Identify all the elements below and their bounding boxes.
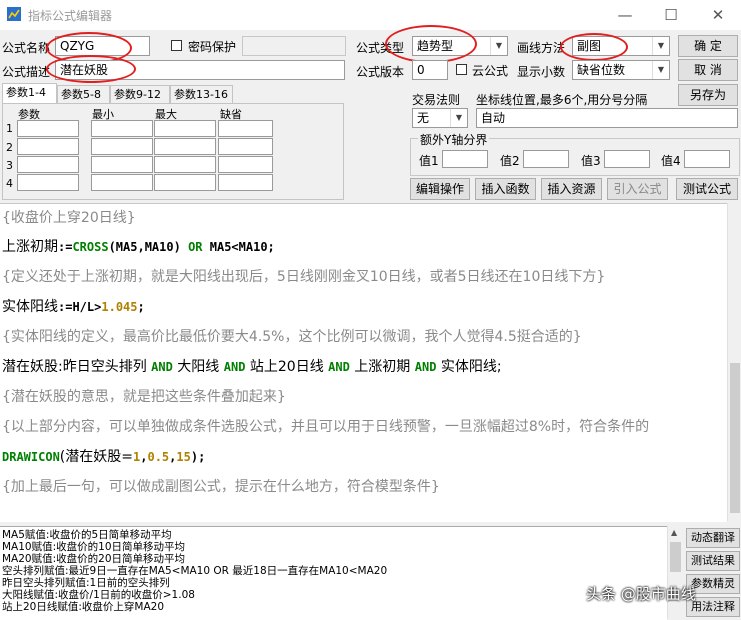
output-scrollbar-thumb[interactable] [670,542,681,572]
code-comment: {实体阳线的定义，最高价比最低价要大4.5%，这个比例可以微调，我个人觉得4.5… [2,329,582,345]
yaxis-label-2: 值2 [500,154,520,168]
cloud-formula-label: 云公式 [472,64,509,78]
param-min-input[interactable] [91,138,153,155]
decimals-label: 显示小数 [517,65,566,79]
param-min-input[interactable] [91,156,153,173]
code-comment: {潜在妖股的意思，就是把这些条件叠加起来} [2,389,286,405]
param-default-input[interactable] [218,174,273,191]
insert-function-button[interactable]: 插入函数 [475,178,536,200]
password-checkbox[interactable] [171,40,182,51]
yaxis-value-2[interactable] [523,150,569,168]
chevron-down-icon: ▼ [450,109,467,127]
param-min-input[interactable] [91,120,153,137]
red-annotation-circle [385,25,477,63]
red-annotation-circle [46,55,136,83]
code-comment: {定义还处于上涨初期，就是大阳线出现后，5日线刚刚金叉10日线，或者5日线还在1… [2,269,606,285]
code-line: DRAWICON(潜在妖股=1,0.5,15); [2,449,206,465]
dynamic-translate-button[interactable]: 动态翻译 [686,528,740,548]
code-line: 潜在妖股:昨日空头排列 AND 大阳线 AND 站上20日线 AND 上涨初期 … [2,359,502,375]
minimize-button[interactable]: — [602,0,648,30]
scroll-up-icon[interactable]: ▲ [671,528,677,537]
chevron-down-icon: ▼ [652,61,669,79]
trade-rule-select[interactable]: 无 ▼ [412,108,468,128]
ok-button[interactable]: 确 定 [678,35,738,57]
param-default-input[interactable] [218,120,273,137]
edit-operation-button[interactable]: 编辑操作 [410,178,470,200]
code-comment: {加上最后一句，可以做成副图公式，提示在什么地方，符合模型条件} [2,479,440,495]
cloud-checkbox[interactable] [456,64,467,75]
param-max-input[interactable] [154,138,216,155]
editor-scrollbar-thumb[interactable] [730,363,740,513]
output-line: 昨日空头排列赋值:1日前的空头排列 [2,577,170,589]
code-comment: {收盘价上穿20日线} [2,210,136,226]
watermark: 头条 @股市曲线 [586,585,696,603]
param-row-number: 4 [6,177,13,190]
draw-method-label: 画线方法 [517,41,566,55]
tab-params-13-16[interactable]: 参数13-16 [170,85,233,103]
decimals-value: 缺省位数 [577,63,626,77]
yaxis-label-1: 值1 [419,154,439,168]
import-formula-button[interactable]: 引入公式 [607,178,668,200]
red-annotation-circle [560,33,628,61]
param-default-input[interactable] [218,156,273,173]
output-scrollbar[interactable]: ▲ [667,526,683,619]
tab-params-1-4[interactable]: 参数1-4 [2,83,57,104]
param-max-input[interactable] [154,174,216,191]
code-line: 实体阳线:=H/L>1.045; [2,299,145,315]
formula-version-label: 公式版本 [356,65,405,79]
output-line: MA10赋值:收盘价的10日简单移动平均 [2,541,186,553]
tab-params-5-8[interactable]: 参数5-8 [57,85,110,103]
yaxis-legend: 额外Y轴分界 [418,131,490,148]
yaxis-value-1[interactable] [442,150,488,168]
output-line: MA20赋值:收盘价的20日简单移动平均 [2,553,186,565]
code-comment: {以上部分内容，可以单独做成条件选股公式，并且可以用于日线预警，一旦涨幅超过8%… [2,419,650,435]
yaxis-label-4: 值4 [661,154,681,168]
yaxis-value-4[interactable] [684,150,730,168]
coord-line-input[interactable]: 自动 [476,108,738,128]
param-default-input[interactable] [218,138,273,155]
maximize-button[interactable]: ☐ [648,0,694,30]
param-row-number: 2 [6,141,13,154]
coord-line-label: 坐标线位置,最多6个,用分号分隔 [476,93,648,107]
test-formula-button[interactable]: 测试公式 [676,178,738,200]
decimals-select[interactable]: 缺省位数 ▼ [572,60,670,80]
param-name-input[interactable] [17,156,79,173]
output-line: 站上20日线赋值:收盘价上穿MA20 [2,601,165,613]
formula-name-label: 公式名称 [2,41,51,55]
formula-version-input[interactable]: 0 [412,60,448,80]
cancel-button[interactable]: 取 消 [678,59,738,81]
formula-desc-label: 公式描述 [2,65,51,79]
insert-resource-button[interactable]: 插入资源 [541,178,602,200]
password-input [242,36,346,56]
translation-output: MA5赋值:收盘价的5日简单移动平均 MA10赋值:收盘价的10日简单移动平均 … [0,526,667,620]
chevron-down-icon: ▼ [490,37,507,55]
trade-rule-label: 交易法则 [412,93,461,107]
app-icon [7,7,21,21]
yaxis-label-3: 值3 [581,154,601,168]
code-line: 上涨初期:=CROSS(MA5,MA10) OR MA5<MA10; [2,239,275,255]
chevron-down-icon: ▼ [652,37,669,55]
param-min-input[interactable] [91,174,153,191]
param-max-input[interactable] [154,120,216,137]
param-name-input[interactable] [17,138,79,155]
tab-params-9-12[interactable]: 参数9-12 [110,85,170,103]
output-line: 空头排列赋值:最近9日一直存在MA5<MA10 OR 最近18日一直存在MA10… [2,565,388,577]
test-result-button[interactable]: 测试结果 [686,551,740,571]
yaxis-value-3[interactable] [604,150,650,168]
password-label: 密码保护 [188,40,237,54]
close-button[interactable]: ✕ [695,0,741,30]
param-name-input[interactable] [17,120,79,137]
param-row-number: 1 [6,122,13,135]
output-line: MA5赋值:收盘价的5日简单移动平均 [2,529,172,541]
trade-rule-value: 无 [417,111,430,125]
editor-scrollbar[interactable] [727,203,741,521]
output-line: 大阳线赋值:收盘价/1日前的收盘价>1.08 [2,589,195,601]
param-row-number: 3 [6,159,13,172]
param-max-input[interactable] [154,156,216,173]
code-editor[interactable]: {收盘价上穿20日线} 上涨初期:=CROSS(MA5,MA10) OR MA5… [0,203,727,522]
save-as-button[interactable]: 另存为 [678,84,738,106]
window-title: 指标公式编辑器 [28,9,113,23]
param-name-input[interactable] [17,174,79,191]
